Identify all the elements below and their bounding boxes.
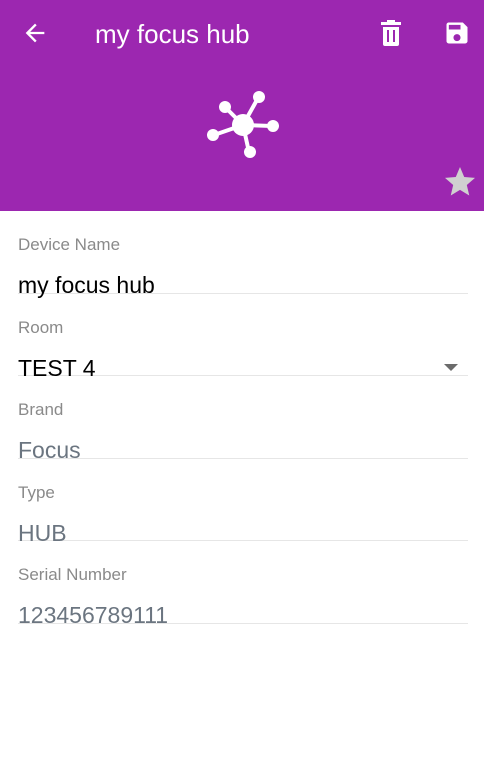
brand-label: Brand — [18, 400, 64, 419]
delete-button[interactable] — [376, 16, 406, 50]
serial-number-label: Serial Number — [18, 565, 127, 584]
arrow-left-icon — [25, 23, 45, 43]
room-select[interactable] — [18, 344, 468, 376]
device-form: Device Name my focus hub Room TEST 4 Bra… — [0, 211, 484, 628]
star-icon[interactable] — [442, 164, 478, 200]
room-label: Room — [18, 317, 64, 337]
serial-number-value: 123456789111 — [18, 602, 169, 628]
device-name-label: Device Name — [18, 235, 121, 254]
toolbar: my focus hub — [0, 0, 484, 68]
chevron-down-icon[interactable] — [444, 363, 458, 372]
save-button[interactable] — [440, 15, 474, 51]
back-button[interactable] — [18, 16, 52, 50]
type-field: Type HUB — [18, 459, 468, 546]
brand-field: Brand Focus — [18, 376, 468, 463]
trash-icon — [381, 20, 401, 46]
page-title: my focus hub — [95, 19, 250, 49]
type-label: Type — [18, 482, 55, 502]
room-field: Room TEST 4 — [18, 294, 468, 381]
floppy-disk-icon — [446, 22, 468, 44]
device-name-field: Device Name my focus hub — [18, 211, 468, 298]
device-header: my focus hub — [0, 0, 484, 211]
serial-number-field: Serial Number 123456789111 — [18, 541, 468, 628]
hub-network-icon — [207, 91, 279, 158]
